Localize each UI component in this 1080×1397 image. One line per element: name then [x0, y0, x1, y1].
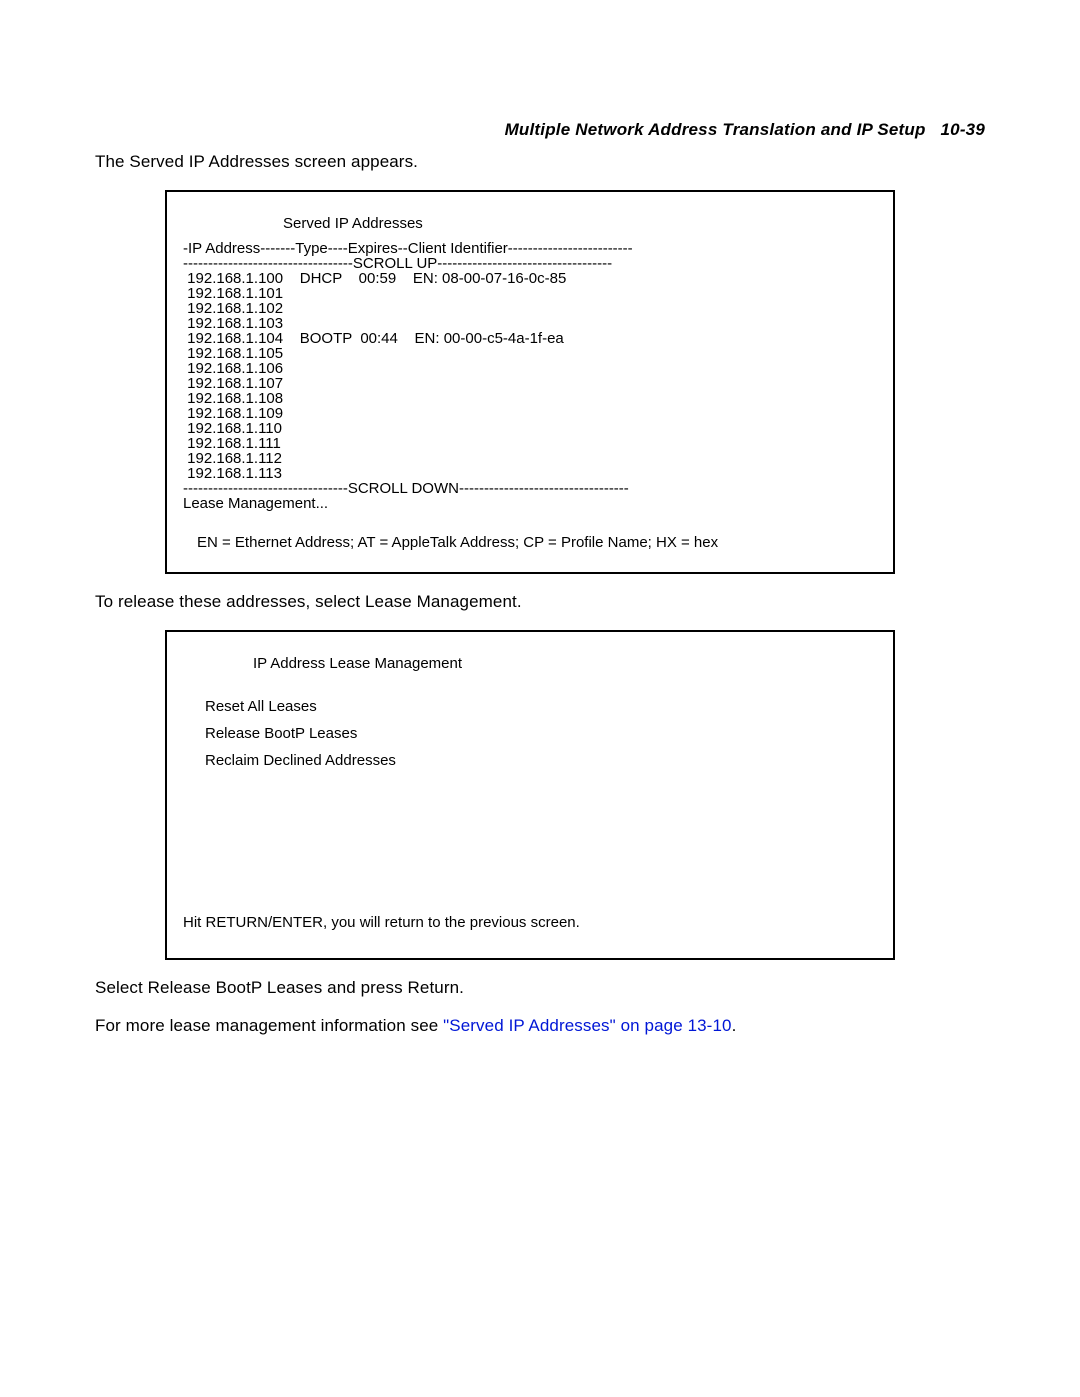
screen1-header-line: -IP Address-------Type----Expires--Clien… — [183, 241, 877, 256]
lease-management-option: Lease Management... — [183, 496, 877, 511]
lease-management-screen: IP Address Lease Management Reset All Le… — [165, 630, 895, 960]
screen1-row: 192.168.1.101 — [183, 286, 877, 301]
screen2-hint: Hit RETURN/ENTER, you will return to the… — [183, 915, 580, 930]
running-header: Multiple Network Address Translation and… — [95, 120, 985, 140]
screen1-row: 192.168.1.108 — [183, 391, 877, 406]
screen1-row: 192.168.1.112 — [183, 451, 877, 466]
screen1-title: Served IP Addresses — [183, 216, 877, 231]
screen1-row: 192.168.1.103 — [183, 316, 877, 331]
screen1-row: 192.168.1.102 — [183, 301, 877, 316]
para4-tail: . — [732, 1016, 737, 1035]
screen1-scroll-down: ---------------------------------SCROLL … — [183, 481, 877, 496]
screen1-row: 192.168.1.107 — [183, 376, 877, 391]
screen1-row: 192.168.1.111 — [183, 436, 877, 451]
intro-paragraph-2: To release these addresses, select Lease… — [95, 592, 985, 612]
screen1-scroll-up: ----------------------------------SCROLL… — [183, 256, 877, 271]
page: Multiple Network Address Translation and… — [0, 0, 1080, 1397]
screen1-row: 192.168.1.110 — [183, 421, 877, 436]
menu-item-reset-all-leases: Reset All Leases — [205, 699, 877, 714]
intro-paragraph-1: The Served IP Addresses screen appears. — [95, 152, 985, 172]
screen2-menu: Reset All Leases Release BootP Leases Re… — [183, 699, 877, 768]
served-ip-addresses-link[interactable]: "Served IP Addresses" on page 13-10 — [443, 1016, 731, 1035]
header-pageno: 10-39 — [941, 120, 985, 139]
instruction-paragraph-3: Select Release BootP Leases and press Re… — [95, 978, 985, 998]
screen1-row: 192.168.1.104 BOOTP 00:44 EN: 00-00-c5-4… — [183, 331, 877, 346]
screen1-row: 192.168.1.113 — [183, 466, 877, 481]
menu-item-reclaim-declined-addresses: Reclaim Declined Addresses — [205, 753, 877, 768]
served-ip-addresses-screen: Served IP Addresses -IP Address-------Ty… — [165, 190, 895, 574]
screen1-row: 192.168.1.100 DHCP 00:59 EN: 08-00-07-16… — [183, 271, 877, 286]
screen1-legend: EN = Ethernet Address; AT = AppleTalk Ad… — [183, 535, 877, 550]
screen1-row: 192.168.1.109 — [183, 406, 877, 421]
screen2-title: IP Address Lease Management — [183, 656, 877, 671]
screen1-row: 192.168.1.106 — [183, 361, 877, 376]
para4-lead: For more lease management information se… — [95, 1016, 443, 1035]
screen1-row: 192.168.1.105 — [183, 346, 877, 361]
reference-paragraph-4: For more lease management information se… — [95, 1016, 985, 1036]
menu-item-release-bootp-leases: Release BootP Leases — [205, 726, 877, 741]
header-title: Multiple Network Address Translation and… — [505, 120, 926, 139]
